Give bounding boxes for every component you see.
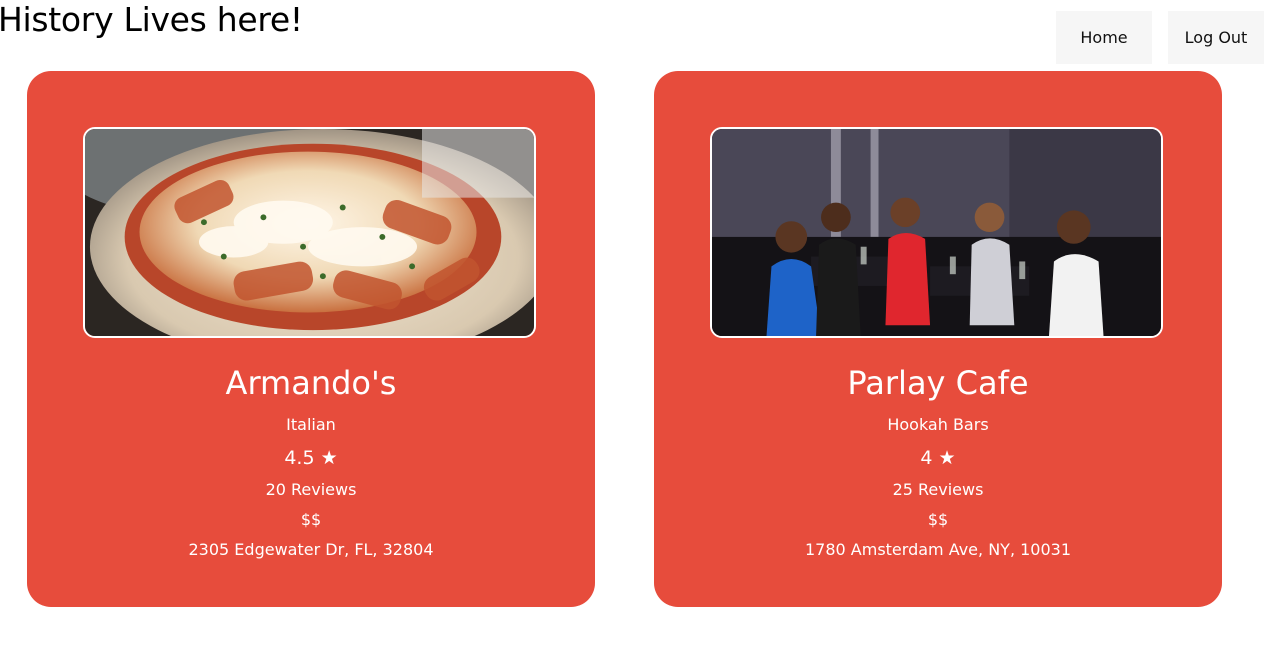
restaurant-rating: 4.5 ★ [284, 447, 338, 469]
restaurant-category: Hookah Bars [887, 415, 989, 434]
restaurant-price: $$ [300, 510, 322, 529]
log-out-button[interactable]: Log Out [1168, 11, 1264, 64]
restaurant-rating: 4 ★ [920, 447, 956, 469]
people-at-bar-photo [712, 129, 1161, 336]
page-title: History Lives here! [0, 0, 303, 39]
restaurant-photo [83, 127, 536, 338]
restaurant-review-count: 25 Reviews [892, 480, 984, 499]
restaurant-card-armandos[interactable]: Armando's Italian 4.5 ★ 20 Reviews $$ 23… [27, 71, 595, 607]
restaurant-category: Italian [286, 415, 336, 434]
top-nav: Home Log Out [1056, 11, 1264, 64]
restaurant-card-parlay-cafe[interactable]: Parlay Cafe Hookah Bars 4 ★ 25 Reviews $… [654, 71, 1222, 607]
home-button[interactable]: Home [1056, 11, 1152, 64]
restaurant-price: $$ [927, 510, 949, 529]
restaurant-address: 2305 Edgewater Dr, FL, 32804 [188, 540, 434, 559]
restaurant-address: 1780 Amsterdam Ave, NY, 10031 [804, 540, 1072, 559]
restaurant-photo [710, 127, 1163, 338]
restaurant-name[interactable]: Parlay Cafe [654, 363, 1222, 403]
baked-pasta-photo [85, 129, 534, 336]
restaurant-name[interactable]: Armando's [27, 363, 595, 403]
restaurant-review-count: 20 Reviews [265, 480, 357, 499]
